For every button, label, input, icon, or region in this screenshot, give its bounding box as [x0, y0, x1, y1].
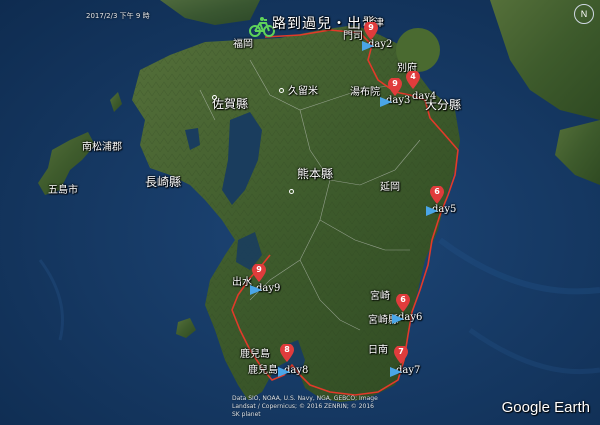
place-izumi: 出水 — [232, 277, 252, 288]
place-fukuoka: 福岡 — [233, 39, 253, 50]
google-earth-logo: Google Earth — [501, 399, 590, 416]
place-nankai: 南松浦郡 — [82, 142, 122, 153]
flag-icon — [362, 41, 374, 51]
place-kurume: 久留米 — [288, 86, 318, 97]
route-title: 路到過兒・出發 — [272, 16, 377, 32]
place-yufuin: 湯布院 — [350, 87, 380, 98]
stop-pin[interactable]: 6 — [396, 294, 410, 312]
place-nagasaki: 長崎縣 — [145, 175, 182, 189]
place-nobeoka: 延岡 — [380, 182, 400, 193]
compass-icon[interactable]: N — [574, 4, 594, 24]
stop-pin[interactable]: 9 — [388, 78, 402, 96]
place-saga: 佐賀縣 — [212, 97, 249, 111]
place-kagoshima: 鹿兒島 — [240, 349, 270, 360]
place-moji: 門司 — [343, 31, 363, 42]
city-marker — [212, 95, 217, 100]
flag-icon — [426, 206, 438, 216]
stop-pin[interactable]: 4 — [406, 71, 420, 89]
stop-pin[interactable]: 9 — [364, 22, 378, 40]
stop-pin[interactable]: 6 — [430, 186, 444, 204]
place-goto: 五島市 — [48, 185, 78, 196]
place-miyazaki: 宮崎 — [370, 291, 390, 302]
map-viewport[interactable]: 2017/2/3 下午 9 時 N 路到過兒・出發 福岡 門司 北津 久留米 佐… — [0, 0, 600, 425]
satellite-imagery — [0, 0, 600, 425]
place-nichinan: 日南 — [368, 345, 388, 356]
stop-pin[interactable]: 9 — [252, 264, 266, 282]
city-marker — [289, 189, 294, 194]
place-kumamoto: 熊本縣 — [297, 167, 334, 181]
day-label: day4 — [412, 91, 437, 102]
flag-icon — [390, 367, 402, 377]
imagery-copyright: Data SIO, NOAA, U.S. Navy, NGA, GEBCO; I… — [232, 395, 378, 418]
timestamp-label: 2017/2/3 下午 9 時 — [86, 12, 150, 20]
stop-pin[interactable]: 8 — [280, 344, 294, 362]
city-marker — [279, 88, 284, 93]
stop-pin[interactable]: 7 — [394, 346, 408, 364]
flag-icon — [278, 367, 290, 377]
place-kagoshima-2: 鹿兒島 — [248, 365, 278, 376]
flag-icon — [392, 314, 404, 324]
flag-icon — [250, 285, 262, 295]
flag-icon — [380, 97, 392, 107]
